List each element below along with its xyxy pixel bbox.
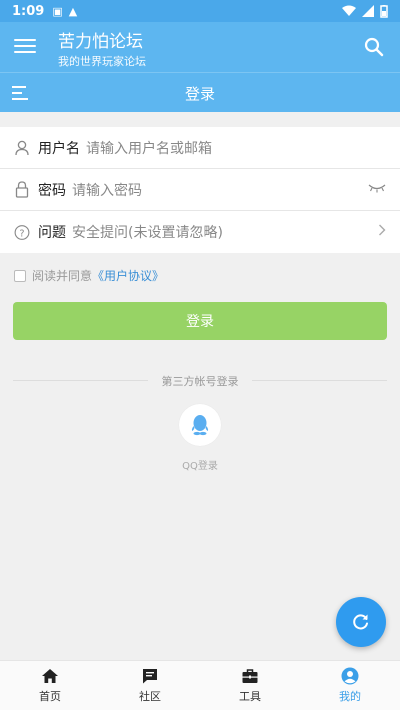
- qq-login-button[interactable]: [179, 404, 221, 446]
- notification-icon: ▣: [52, 4, 63, 18]
- warning-icon: ▲: [68, 4, 78, 18]
- question-icon: ?: [14, 223, 30, 241]
- nav-label-tools: 工具: [239, 690, 261, 703]
- question-label: 问题: [38, 225, 66, 241]
- agreement-row: 阅读并同意 《用户协议》: [14, 267, 164, 284]
- page-header: 登录: [0, 72, 400, 112]
- wifi-icon: [342, 5, 356, 16]
- agreement-text: 阅读并同意: [32, 269, 93, 283]
- signal-icon: [362, 5, 374, 17]
- eye-closed-icon[interactable]: [368, 181, 386, 197]
- chat-icon: [141, 667, 159, 685]
- qq-icon: [191, 415, 209, 436]
- password-placeholder: 请输入密码: [72, 182, 142, 199]
- third-party-title: 第三方帐号登录: [161, 375, 239, 388]
- toolbox-icon: [241, 667, 259, 685]
- app-subtitle: 我的世界玩家论坛: [58, 55, 146, 68]
- bottom-navigation: 首页 社区 工具 我的: [0, 660, 400, 710]
- status-time: 1:09: [12, 3, 45, 19]
- menu-icon[interactable]: [14, 36, 36, 58]
- qq-login-label: QQ登录: [182, 461, 218, 472]
- agreement-checkbox[interactable]: [14, 269, 26, 282]
- divider-line-right: [252, 380, 387, 381]
- question-placeholder: 安全提问(未设置请忽略): [72, 225, 223, 241]
- login-button[interactable]: 登录: [13, 302, 387, 340]
- nav-item-mine[interactable]: 我的: [300, 661, 400, 710]
- search-icon[interactable]: [362, 35, 386, 59]
- page-title: 登录: [184, 85, 215, 103]
- login-form: 用户名 请输入用户名或邮箱 密码 请输入密码 ? 问题 安全提问(未设置请忽略): [0, 127, 400, 253]
- username-label: 用户名: [38, 140, 80, 157]
- refresh-button[interactable]: [336, 597, 386, 647]
- nav-label-home: 首页: [39, 690, 61, 703]
- nav-label-community: 社区: [139, 690, 161, 703]
- chevron-right-icon: [378, 223, 386, 241]
- nav-item-tools[interactable]: 工具: [200, 661, 300, 710]
- username-field[interactable]: 用户名 请输入用户名或邮箱: [0, 127, 400, 169]
- user-icon: [341, 667, 359, 685]
- app-title: 苦力怕论坛: [58, 32, 143, 52]
- battery-icon: [380, 4, 388, 18]
- password-field[interactable]: 密码 请输入密码: [0, 169, 400, 211]
- app-bar: 苦力怕论坛 我的世界玩家论坛: [0, 22, 400, 72]
- home-icon: [41, 667, 59, 685]
- lock-icon: [14, 181, 30, 199]
- svg-text:?: ?: [20, 228, 25, 239]
- nav-item-home[interactable]: 首页: [0, 661, 100, 710]
- third-party-divider: 第三方帐号登录: [13, 373, 387, 388]
- refresh-icon: [353, 614, 368, 630]
- status-bar: 1:09 ▣ ▲: [0, 0, 400, 22]
- user-icon: [14, 139, 30, 157]
- nav-label-mine: 我的: [339, 690, 361, 703]
- password-label: 密码: [38, 182, 66, 199]
- username-placeholder: 请输入用户名或邮箱: [86, 140, 212, 157]
- nav-item-community[interactable]: 社区: [100, 661, 200, 710]
- user-agreement-link[interactable]: 《用户协议》: [92, 267, 164, 284]
- security-question-field[interactable]: ? 问题 安全提问(未设置请忽略): [0, 211, 400, 253]
